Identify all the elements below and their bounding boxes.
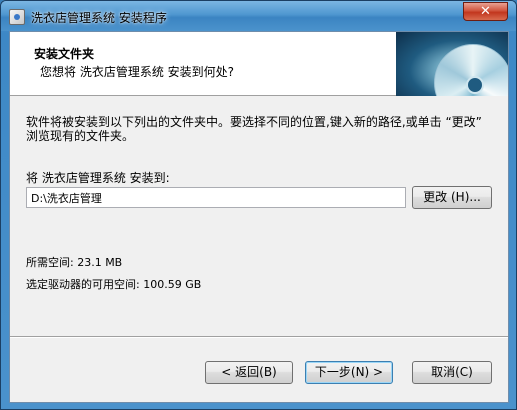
back-button[interactable]: < 返回(B) xyxy=(205,361,293,384)
cancel-button[interactable]: 取消(C) xyxy=(412,361,492,384)
disc-icon xyxy=(434,44,508,96)
page-subtitle: 您想将 洗衣店管理系统 安装到何处? xyxy=(40,65,234,79)
dialog-client-area: 安装文件夹 您想将 洗衣店管理系统 安装到何处? 软件将被安装到以下列出的文件夹… xyxy=(9,31,509,403)
browse-button[interactable]: 更改 (H)... xyxy=(412,186,492,209)
cd-disc-image xyxy=(396,32,508,96)
next-button[interactable]: 下一步(N) > xyxy=(305,361,393,384)
close-button[interactable]: ✕ xyxy=(463,2,508,21)
installer-window: 洗衣店管理系统 安装程序 ✕ 安装文件夹 您想将 洗衣店管理系统 安装到何处? … xyxy=(0,0,517,410)
space-available-text: 选定驱动器的可用空间: 100.59 GB xyxy=(26,278,202,291)
install-path-input[interactable] xyxy=(26,187,406,208)
page-title: 安装文件夹 xyxy=(34,47,95,61)
description-text: 软件将被安装到以下列出的文件夹中。要选择不同的位置,键入新的路径,或单击 “更改… xyxy=(26,115,482,143)
title-bar[interactable]: 洗衣店管理系统 安装程序 ✕ xyxy=(1,1,516,31)
install-location-label: 将 洗衣店管理系统 安装到: xyxy=(26,171,170,185)
app-icon xyxy=(9,9,25,25)
footer-divider xyxy=(10,336,508,338)
wizard-header: 安装文件夹 您想将 洗衣店管理系统 安装到何处? xyxy=(10,32,508,96)
window-title: 洗衣店管理系统 安装程序 xyxy=(31,11,167,25)
space-required-text: 所需空间: 23.1 MB xyxy=(26,256,123,269)
